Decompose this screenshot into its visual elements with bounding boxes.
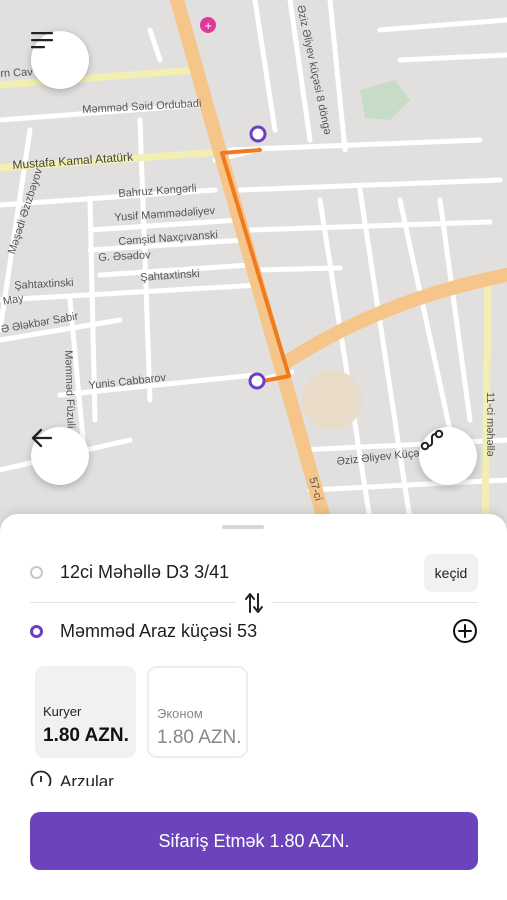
map-view[interactable]: + Mustafa Kamal Atatürk Məmməd Səid Ordu… [0,0,507,540]
destination-pin [248,372,266,390]
order-sheet: 12ci Məhəllə D3 3/41 keçid Məmməd Araz k… [0,514,507,900]
tariff-price: 1.80 AZN. [157,727,242,748]
pickup-pin [249,125,267,143]
plus-circle-icon[interactable] [452,618,478,644]
street-label: rn Cav [0,66,33,80]
svg-text:+: + [204,21,212,32]
wishes-label: Arzular [60,772,114,786]
route-button[interactable] [419,427,477,485]
tariff-card-kuryer[interactable]: Kuryer 1.80 AZN. [35,666,136,758]
tariff-card-ekonom[interactable]: Эконом 1.80 AZN. [147,666,248,758]
destination-address: Məmməd Araz küçəsi 53 [60,620,258,641]
wishes-row[interactable]: Arzular [30,770,230,786]
destination-dot-icon [30,624,43,638]
back-button[interactable] [31,427,89,485]
route-icon [420,429,444,451]
tariff-name: Kuryer [43,704,82,719]
order-button[interactable]: Sifariş Etmək 1.80 AZN. [30,812,478,870]
menu-button[interactable] [31,31,89,89]
street-label: 11-ci məhəllə [484,392,496,457]
arrow-left-icon [31,428,53,448]
pickup-address: 12ci Məhəllə D3 3/41 [60,561,230,582]
tariff-price: 1.80 AZN. [43,725,129,746]
tariff-name: Эконом [157,706,203,721]
pickup-action-button[interactable]: keçid [424,554,478,592]
hamburger-menu-icon [31,32,53,49]
pickup-dot-icon [30,565,43,579]
destination-row[interactable]: Məmməd Araz küçəsi 53 [30,611,478,651]
info-icon [30,770,52,786]
sheet-handle[interactable] [222,525,264,529]
